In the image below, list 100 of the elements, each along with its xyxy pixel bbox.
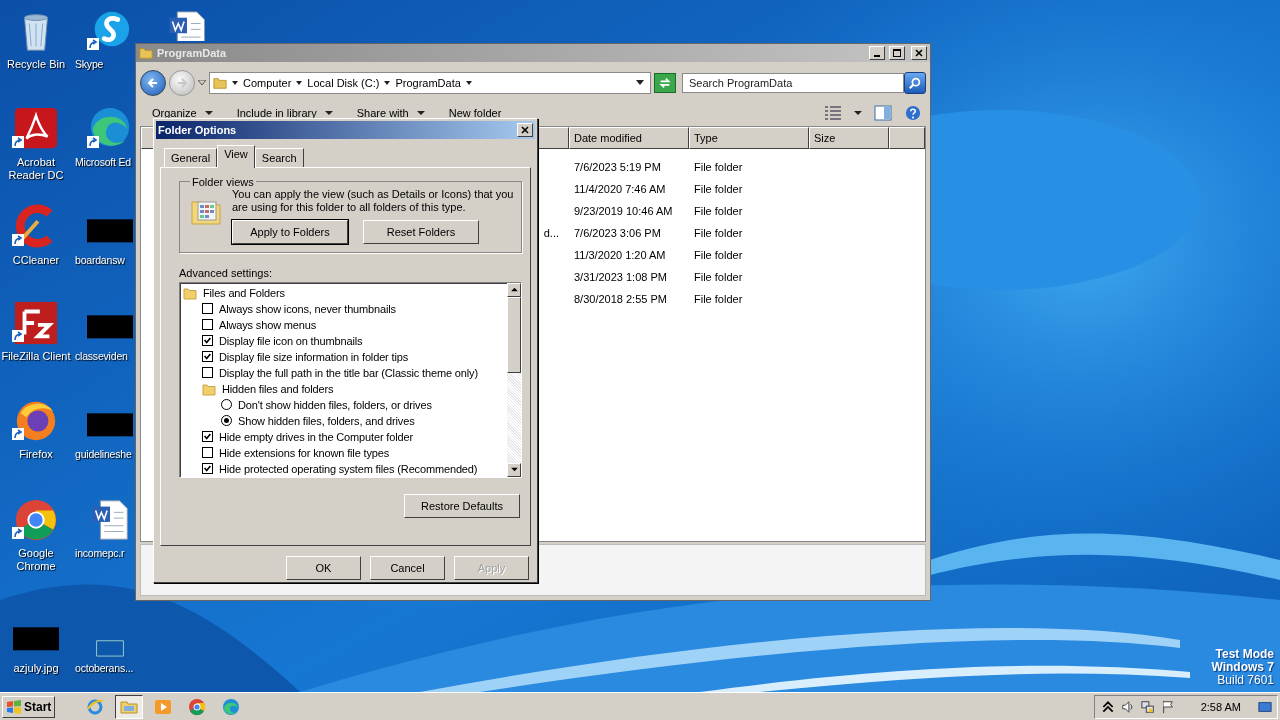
preview-pane-icon[interactable] [874,105,892,121]
file-name[interactable]: d... [543,227,559,239]
checkbox[interactable] [202,319,213,331]
search-button[interactable] [904,72,926,94]
caret-icon[interactable] [384,80,391,86]
icon-label: boardansw [75,254,125,267]
search-field[interactable]: Search ProgramData [682,73,904,93]
option-label[interactable]: Show hidden files, folders, and drives [238,414,415,427]
option-label[interactable]: Display the full path in the title bar (Classic theme only) [219,366,478,379]
checkbox[interactable] [202,447,213,459]
checkbox[interactable] [202,335,213,347]
option-label[interactable]: Files and Folders [203,286,285,299]
icon-label: incomepc.r [75,547,125,560]
toolbar-button[interactable]: Organize [146,107,219,119]
clock[interactable]: 2:58 AM [1200,700,1241,713]
caret-icon[interactable] [465,80,472,86]
app-icon [222,697,241,716]
folder-icon [213,76,227,90]
section-label: Advanced settings: [179,266,273,279]
caret-icon[interactable] [296,80,303,86]
scrollbar[interactable] [507,282,521,477]
app-icon [86,697,105,716]
view-options-icon[interactable] [824,105,842,121]
icon-label: FileZilla Client [1,350,71,363]
refresh-icon [658,76,672,90]
maximize-button[interactable] [889,46,905,60]
checkbox[interactable] [202,367,213,379]
checkbox[interactable] [202,463,213,475]
icon-label: Microsoft Ed [75,156,131,169]
speaker-icon[interactable] [1120,699,1135,714]
action-button[interactable]: Reset Folders [363,219,479,244]
system-text: Build 7601 [1217,674,1274,687]
breadcrumb-item[interactable]: Local Disk (C:) [307,77,380,89]
address-bar[interactable]: Computer Local Disk (C:) ProgramData [209,72,651,94]
close-button[interactable] [517,122,533,137]
help-icon[interactable] [904,105,922,121]
toolbar-button[interactable]: Include in library [230,107,339,119]
column-header[interactable]: Size [809,127,889,149]
type-cell: File folder [694,227,743,239]
option-label[interactable]: Hide extensions for known file types [219,446,390,459]
tab[interactable]: View [217,144,255,168]
dialog-button[interactable]: Cancel [370,556,445,580]
restore-defaults-button[interactable]: Restore Defaults [404,493,520,518]
start-button[interactable]: Start [2,695,56,718]
close-button[interactable] [911,46,927,60]
app-icon [154,697,173,716]
option-label[interactable]: Hidden files and folders [222,382,334,395]
dialog-button[interactable]: OK [286,556,361,580]
folder-app-button[interactable] [115,694,144,719]
chevron-up-icon[interactable] [1100,699,1115,714]
icon-label: classeviden [75,350,128,363]
option-label[interactable]: Display file icon on thumbnails [219,334,363,347]
icon-label: Acrobat Reader DC [7,156,65,182]
group-label: Folder views [191,175,255,188]
scroll-up-icon[interactable] [510,287,518,293]
flag-icon[interactable] [1160,699,1175,714]
action-button[interactable]: Apply to Folders [232,219,348,244]
checkbox[interactable] [202,351,213,363]
description-text: You can apply the view (such as Details or Icons) that you are using for this folder to all folders of this type. [232,187,515,214]
breadcrumb-item[interactable]: ProgramData [395,77,461,89]
option-label[interactable]: Don't show hidden files, folders, or drives [238,398,432,411]
date-cell: 11/4/2020 7:46 AM [574,183,666,195]
type-cell: File folder [694,183,743,195]
tab[interactable]: Search [254,147,304,167]
date-cell: 7/6/2023 5:19 PM [574,161,661,173]
option-label[interactable]: Always show menus [219,318,317,331]
show-desktop-icon[interactable] [1257,699,1273,714]
scroll-down-icon[interactable] [510,467,518,473]
folder-icon [202,381,216,396]
system-text: Windows 7 [1211,661,1274,674]
icon-label: Recycle Bin [5,58,67,71]
icon-label: guidelineshe [75,448,132,461]
option-label[interactable]: Always show icons, never thumbnails [219,302,396,315]
minimize-button[interactable] [869,46,885,60]
option-label[interactable]: Hide empty drives in the Computer folder [219,430,413,443]
tab[interactable]: General [164,147,218,167]
refresh-button[interactable] [654,73,676,93]
app-icon[interactable] [13,497,59,543]
caret-icon[interactable] [636,80,644,86]
column-header[interactable] [889,127,925,149]
option-label[interactable]: Hide protected operating system files (Recommended) [219,462,478,475]
back-button[interactable] [140,70,166,96]
type-cell: File folder [694,293,743,305]
type-cell: File folder [694,271,743,283]
toolbar-button[interactable]: New folder [442,107,508,119]
date-cell: 3/31/2023 1:08 PM [574,271,667,283]
toolbar-button[interactable]: Share with [350,107,431,119]
option-label[interactable]: Display file size information in folder tips [219,350,409,363]
dialog-title: Folder Options [158,123,237,136]
caret-icon[interactable] [232,80,238,86]
breadcrumb-item[interactable]: Computer [243,77,292,89]
shortcut-arrow-icon [12,234,24,246]
checkbox[interactable] [202,431,213,443]
column-header[interactable]: Date modified [569,127,689,149]
column-header[interactable]: Type [689,127,809,149]
caret-icon[interactable] [854,110,862,116]
checkbox[interactable] [202,303,213,315]
shortcut-arrow-icon [87,136,99,148]
network-icon[interactable] [1140,699,1155,714]
icon-label: Firefox [18,448,54,461]
